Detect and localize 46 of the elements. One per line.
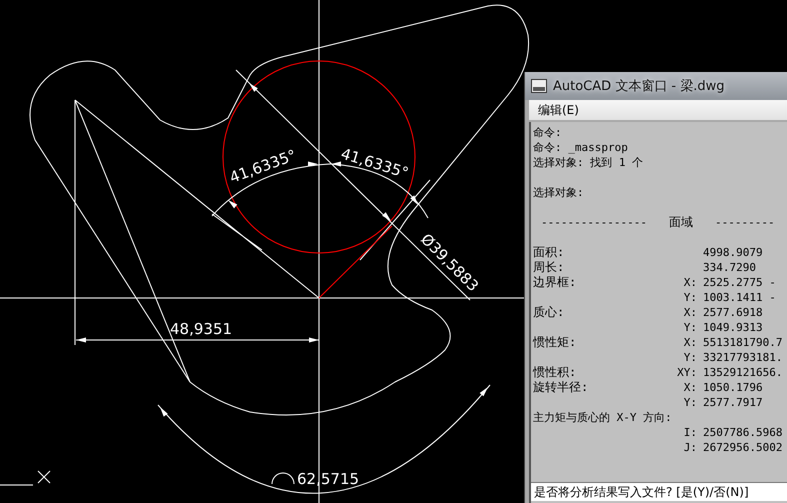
axis-label: X: <box>682 306 697 319</box>
console-line: 选择对象: <box>533 185 584 200</box>
property-label: 惯性积: <box>533 364 578 381</box>
property-value: 1003.1411 - <box>703 291 776 304</box>
axis-label: X: <box>682 381 697 394</box>
ucs-icon <box>0 470 50 486</box>
console-line: 主力矩与质心的 X-Y 方向: <box>533 410 672 425</box>
axis-label: Y: <box>682 321 697 334</box>
window-icon <box>531 79 547 93</box>
property-value: 1049.9313 <box>703 321 763 334</box>
console-line: 选择对象: 找到 1 个 <box>533 155 644 170</box>
menu-item[interactable]: 编辑(E) <box>535 102 582 118</box>
axis-label: Y: <box>682 291 697 304</box>
property-label: 周长: <box>533 259 566 276</box>
property-value: 2577.6918 <box>703 306 763 319</box>
axis-label: J: <box>682 441 697 454</box>
command-prompt: 是否将分析结果写入文件? [是(Y)/否(N)] <box>531 482 787 501</box>
separator-dashes: --------- <box>714 216 775 229</box>
property-value: 13529121656. <box>703 366 782 379</box>
property-label: 惯性矩: <box>533 334 578 351</box>
axis-label: Y: <box>682 351 697 364</box>
property-value: 2507786.5968 <box>703 426 782 439</box>
property-value: 1050.1796 <box>703 381 763 394</box>
property-value: 5513181790.7 <box>703 336 782 349</box>
property-value: 2525.2775 - <box>703 276 776 289</box>
axis-label: XY: <box>676 366 697 379</box>
property-label: 旋转半径: <box>533 379 590 396</box>
section-heading: 面域 <box>668 214 693 231</box>
arc-symbol-icon <box>272 472 294 484</box>
window-title: AutoCAD 文本窗口 - 梁.dwg <box>553 78 725 95</box>
property-label: 边界框: <box>533 274 578 291</box>
property-label: 面积: <box>533 244 566 261</box>
dimension-text: 48,9351 <box>170 320 232 338</box>
property-value: 334.7290 <box>703 261 756 274</box>
console-line: 命令: <box>533 125 562 140</box>
axis-label: X: <box>682 336 697 349</box>
axis-label: Y: <box>682 396 697 409</box>
property-value: 33217793181. <box>703 351 782 364</box>
property-value: 2672956.5002 <box>703 441 782 454</box>
property-value: 2577.7917 <box>703 396 763 409</box>
axis-label: X: <box>682 276 697 289</box>
property-value: 4998.9079 <box>703 246 763 259</box>
console-line: 命令: _massprop <box>533 140 628 155</box>
axis-label: I: <box>682 426 697 439</box>
separator-dashes: ---------------- <box>541 216 647 229</box>
property-label: 质心: <box>533 304 566 321</box>
